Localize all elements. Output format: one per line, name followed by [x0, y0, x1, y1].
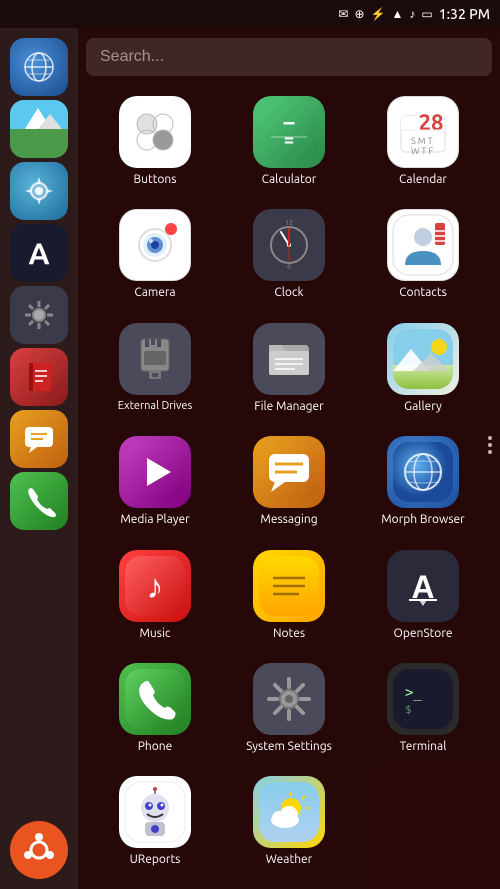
sidebar-item-chat[interactable]: [10, 410, 68, 468]
sidebar-item-red-book[interactable]: [10, 348, 68, 406]
svg-text:=: =: [284, 130, 294, 150]
app-item-morph-browser[interactable]: Morph Browser: [358, 430, 488, 533]
app-icon-clock: 6 12: [253, 209, 325, 281]
app-icon-file-manager: [253, 323, 325, 395]
app-item-ureports[interactable]: UReports: [90, 770, 220, 873]
sidebar-item-globe[interactable]: [10, 38, 68, 96]
app-label-external-drives: External Drives: [118, 400, 193, 413]
sidebar-item-ubuntu[interactable]: [10, 821, 68, 879]
app-label-calendar: Calendar: [399, 173, 447, 187]
app-item-camera[interactable]: Camera: [90, 203, 220, 306]
app-drawer: Buttons – = Cal: [78, 28, 500, 889]
app-label-morph-browser: Morph Browser: [381, 513, 464, 527]
app-label-phone: Phone: [138, 740, 173, 754]
app-item-clock[interactable]: 6 12 Clock: [224, 203, 354, 306]
sidebar-item-landscape[interactable]: [10, 100, 68, 158]
svg-text:$: $: [405, 703, 412, 716]
svg-text:S M T: S M T: [411, 136, 433, 146]
status-time: 1:32 PM: [439, 6, 490, 22]
app-item-terminal[interactable]: >_ $ Terminal: [358, 657, 488, 760]
app-icon-ureports: [119, 776, 191, 848]
app-label-camera: Camera: [134, 286, 175, 300]
app-label-clock: Clock: [274, 286, 303, 300]
wifi-icon: ▲: [391, 7, 403, 21]
app-icon-weather: [253, 776, 325, 848]
app-icon-morph-browser: [387, 436, 459, 508]
status-bar: ✉ ⊕ ⚡ ▲ ♪ ▭ 1:32 PM: [0, 0, 500, 28]
app-label-terminal: Terminal: [400, 740, 447, 754]
app-icon-buttons: [119, 96, 191, 168]
app-icon-calendar: 28 S M T W T F: [387, 96, 459, 168]
app-grid: Buttons – = Cal: [86, 90, 492, 874]
app-item-calculator[interactable]: – = Calculator: [224, 90, 354, 193]
app-label-system-settings: System Settings: [246, 740, 332, 754]
app-item-media-player[interactable]: Media Player: [90, 430, 220, 533]
app-label-media-player: Media Player: [120, 513, 189, 527]
app-icon-calculator: – =: [253, 96, 325, 168]
app-icon-terminal: >_ $: [387, 663, 459, 735]
app-icon-messaging: [253, 436, 325, 508]
app-item-buttons[interactable]: Buttons: [90, 90, 220, 193]
dot-3: [488, 450, 492, 454]
app-icon-gallery: [387, 323, 459, 395]
app-label-openstore: OpenStore: [394, 627, 453, 641]
svg-text:28: 28: [419, 110, 444, 135]
overflow-menu[interactable]: [484, 432, 496, 458]
app-label-calculator: Calculator: [262, 173, 317, 187]
sidebar-item-font[interactable]: A: [10, 224, 68, 282]
bluetooth-icon: ⚡: [371, 7, 386, 21]
app-item-music[interactable]: ♪ Music: [90, 544, 220, 647]
app-icon-contacts: [387, 209, 459, 281]
volume-icon: ♪: [409, 7, 415, 21]
app-icon-phone: [119, 663, 191, 735]
app-icon-music: ♪: [119, 550, 191, 622]
app-label-gallery: Gallery: [404, 400, 442, 414]
search-bar: [86, 38, 492, 76]
svg-text:W T F: W T F: [411, 146, 433, 156]
dot-2: [488, 443, 492, 447]
app-icon-notes: [253, 550, 325, 622]
app-icon-camera: [119, 209, 191, 281]
sidebar-item-settings[interactable]: [10, 286, 68, 344]
app-label-ureports: UReports: [130, 853, 181, 867]
app-item-external-drives[interactable]: External Drives: [90, 317, 220, 420]
app-item-openstore[interactable]: A OpenStore: [358, 544, 488, 647]
sidebar: A: [0, 28, 78, 889]
app-icon-system-settings: [253, 663, 325, 735]
app-item-notes[interactable]: Notes: [224, 544, 354, 647]
search-input[interactable]: [86, 38, 492, 76]
app-label-music: Music: [140, 627, 171, 641]
battery-icon: ▭: [421, 7, 432, 21]
sidebar-item-blue-settings[interactable]: [10, 162, 68, 220]
dot-1: [488, 436, 492, 440]
app-item-gallery[interactable]: Gallery: [358, 317, 488, 420]
app-label-notes: Notes: [273, 627, 305, 641]
app-label-buttons: Buttons: [134, 173, 177, 187]
app-item-contacts[interactable]: Contacts: [358, 203, 488, 306]
app-icon-openstore: A: [387, 550, 459, 622]
sidebar-item-phone[interactable]: [10, 472, 68, 530]
app-label-weather: Weather: [266, 853, 312, 867]
app-item-phone[interactable]: Phone: [90, 657, 220, 760]
svg-text:♪: ♪: [147, 567, 164, 605]
app-label-file-manager: File Manager: [254, 400, 323, 414]
app-item-calendar[interactable]: 28 S M T W T F Calendar: [358, 90, 488, 193]
app-icon-external-drives: [119, 323, 191, 395]
svg-text:>_: >_: [405, 685, 422, 701]
email-icon: ✉: [338, 7, 348, 21]
app-item-messaging[interactable]: Messaging: [224, 430, 354, 533]
app-icon-media-player: [119, 436, 191, 508]
location-icon: ⊕: [354, 7, 364, 21]
svg-text:6: 6: [287, 263, 291, 271]
app-label-contacts: Contacts: [399, 286, 447, 300]
svg-text:12: 12: [285, 219, 293, 227]
app-label-messaging: Messaging: [260, 513, 317, 527]
app-item-system-settings[interactable]: System Settings: [224, 657, 354, 760]
app-item-file-manager[interactable]: File Manager: [224, 317, 354, 420]
app-item-weather[interactable]: Weather: [224, 770, 354, 873]
